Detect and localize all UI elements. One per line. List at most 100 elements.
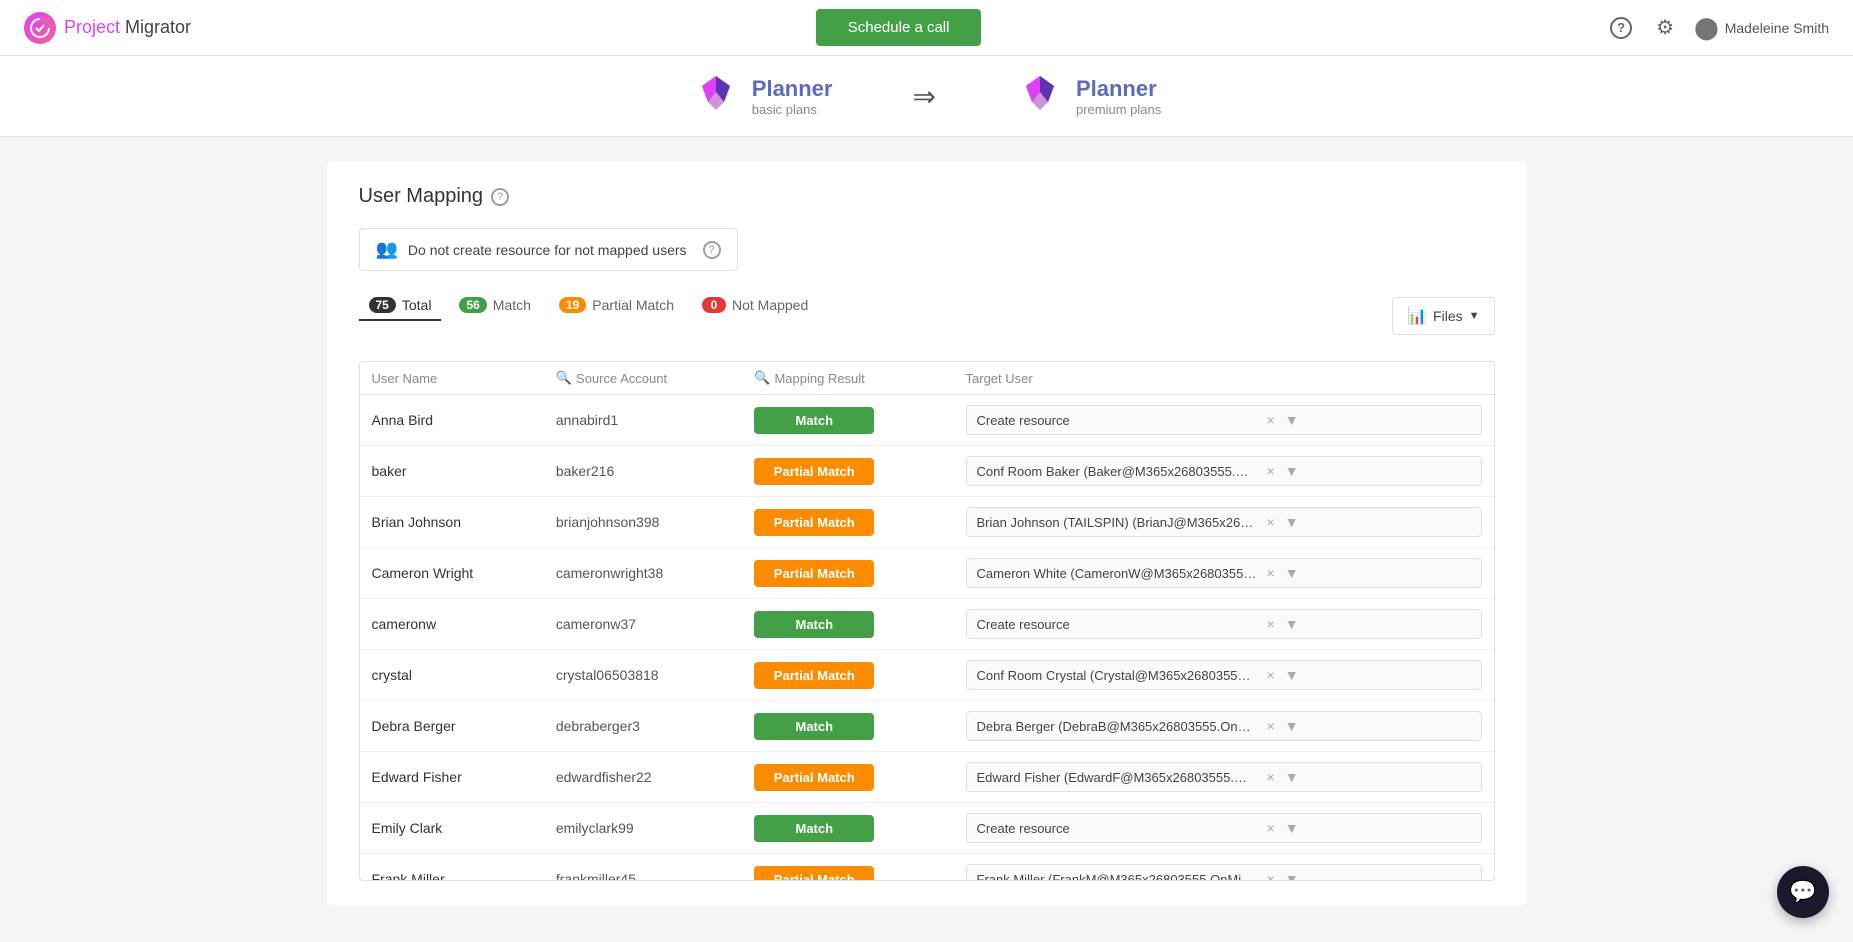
migration-header: Planner basic plans ⇒ Planner premium pl… [0,56,1853,137]
nav-right: ? ⚙ ⬤ Madeleine Smith [1606,11,1829,44]
user-info: ⬤ Madeleine Smith [1694,15,1829,41]
target-selector-0[interactable]: Create resource × ▼ [966,405,1482,435]
target-clear-btn-2[interactable]: × [1263,514,1279,530]
cell-source-3: cameronwright38 [544,548,742,599]
cell-username-4: cameronw [360,599,544,650]
col-username: User Name [360,362,544,395]
target-clear-btn-1[interactable]: × [1263,463,1279,479]
target-clear-btn-7[interactable]: × [1263,769,1279,785]
tab-match[interactable]: 56 Match [449,291,540,321]
target-text-6: Debra Berger (DebraB@M365x26803555.OnMic… [977,719,1257,734]
cell-mapping-5: Partial Match [742,650,953,701]
target-dropdown-btn-1[interactable]: ▼ [1285,463,1299,479]
target-clear-btn-8[interactable]: × [1263,820,1279,836]
target-text-9: Frank Miller (FrankM@M365x26803555.OnMic… [977,872,1257,882]
target-clear-btn-3[interactable]: × [1263,565,1279,581]
target-text-8: Create resource [977,821,1257,836]
match-badge: 56 [459,297,486,313]
target-selector-3[interactable]: Cameron White (CameronW@M365x26803555.On… [966,558,1482,588]
tab-notmapped[interactable]: 0 Not Mapped [692,291,818,321]
match-badge-3: Partial Match [754,560,874,587]
target-dropdown-btn-4[interactable]: ▼ [1285,616,1299,632]
target-dropdown-btn-5[interactable]: ▼ [1285,667,1299,683]
target-text-1: Conf Room Baker (Baker@M365x26803555.OnM… [977,464,1257,479]
cell-target-8: Create resource × ▼ [954,803,1494,854]
table-body: Anna Bird annabird1 Match Create resourc… [360,395,1494,882]
cell-username-7: Edward Fisher [360,752,544,803]
filter-tabs: 75 Total 56 Match 19 Partial Match 0 Not… [359,291,819,321]
mapping-table: User Name 🔍 Source Account 🔍 Mapping Res… [360,362,1494,881]
target-app-icon [1016,72,1064,120]
user-avatar-icon: ⬤ [1694,15,1719,41]
source-app-name: Planner [752,76,833,102]
target-selector-4[interactable]: Create resource × ▼ [966,609,1482,639]
source-app-subtitle: basic plans [752,102,833,117]
schedule-call-button[interactable]: Schedule a call [816,9,982,46]
source-app-icon [692,72,740,120]
table-row: crystal crystal06503818 Partial Match Co… [360,650,1494,701]
target-dropdown-btn-2[interactable]: ▼ [1285,514,1299,530]
target-selector-6[interactable]: Debra Berger (DebraB@M365x26803555.OnMic… [966,711,1482,741]
target-selector-1[interactable]: Conf Room Baker (Baker@M365x26803555.OnM… [966,456,1482,486]
target-clear-btn-6[interactable]: × [1263,718,1279,734]
target-app-name: Planner [1076,76,1161,102]
target-selector-2[interactable]: Brian Johnson (TAILSPIN) (BrianJ@M365x26… [966,507,1482,537]
tab-total[interactable]: 75 Total [359,291,442,321]
cell-mapping-8: Match [742,803,953,854]
help-button[interactable]: ? [1606,13,1636,43]
resource-toggle-help-icon[interactable]: ? [703,241,721,259]
target-selector-8[interactable]: Create resource × ▼ [966,813,1482,843]
target-dropdown-btn-7[interactable]: ▼ [1285,769,1299,785]
target-clear-btn-0[interactable]: × [1263,412,1279,428]
match-badge-8: Match [754,815,874,842]
cell-username-1: baker [360,446,544,497]
target-dropdown-btn-6[interactable]: ▼ [1285,718,1299,734]
target-app: Planner premium plans [1016,72,1161,120]
target-clear-btn-4[interactable]: × [1263,616,1279,632]
target-text-2: Brian Johnson (TAILSPIN) (BrianJ@M365x26… [977,515,1257,530]
cell-source-6: debraberger3 [544,701,742,752]
match-badge-2: Partial Match [754,509,874,536]
total-badge: 75 [369,297,396,313]
resource-toggle-icon: 👥 [376,239,398,260]
match-badge-6: Match [754,713,874,740]
match-badge-1: Partial Match [754,458,874,485]
table-row: Brian Johnson brianjohnson398 Partial Ma… [360,497,1494,548]
cell-source-7: edwardfisher22 [544,752,742,803]
source-app-info: Planner basic plans [752,76,833,117]
match-badge-4: Match [754,611,874,638]
target-dropdown-btn-0[interactable]: ▼ [1285,412,1299,428]
chat-fab-button[interactable]: 💬 [1777,866,1829,918]
target-dropdown-btn-9[interactable]: ▼ [1285,871,1299,881]
target-text-5: Conf Room Crystal (Crystal@M365x26803555… [977,668,1257,683]
col-target-user: Target User [954,362,1494,395]
app-logo-icon [24,12,56,44]
target-dropdown-btn-8[interactable]: ▼ [1285,820,1299,836]
target-selector-7[interactable]: Edward Fisher (EdwardF@M365x26803555.OnM… [966,762,1482,792]
help-icon: ? [1610,17,1632,39]
cell-username-2: Brian Johnson [360,497,544,548]
target-text-0: Create resource [977,413,1257,428]
cell-target-0: Create resource × ▼ [954,395,1494,446]
files-icon: 📊 [1407,306,1427,326]
table-header: User Name 🔍 Source Account 🔍 Mapping Res… [360,362,1494,395]
notmapped-badge: 0 [702,297,726,313]
target-clear-btn-5[interactable]: × [1263,667,1279,683]
table-row: Anna Bird annabird1 Match Create resourc… [360,395,1494,446]
partial-badge: 19 [559,297,586,313]
target-clear-btn-9[interactable]: × [1263,871,1279,881]
match-badge-0: Match [754,407,874,434]
target-selector-5[interactable]: Conf Room Crystal (Crystal@M365x26803555… [966,660,1482,690]
target-selector-9[interactable]: Frank Miller (FrankM@M365x26803555.OnMic… [966,864,1482,881]
cell-mapping-2: Partial Match [742,497,953,548]
page-title-help-icon[interactable]: ? [491,188,509,206]
cell-source-9: frankmiller45 [544,854,742,882]
tab-partial[interactable]: 19 Partial Match [549,291,684,321]
files-button[interactable]: 📊 Files ▼ [1392,297,1494,335]
target-app-info: Planner premium plans [1076,76,1161,117]
target-app-subtitle: premium plans [1076,102,1161,117]
settings-button[interactable]: ⚙ [1652,11,1678,44]
target-dropdown-btn-3[interactable]: ▼ [1285,565,1299,581]
cell-target-9: Frank Miller (FrankM@M365x26803555.OnMic… [954,854,1494,882]
resource-toggle[interactable]: 👥 Do not create resource for not mapped … [359,228,738,271]
